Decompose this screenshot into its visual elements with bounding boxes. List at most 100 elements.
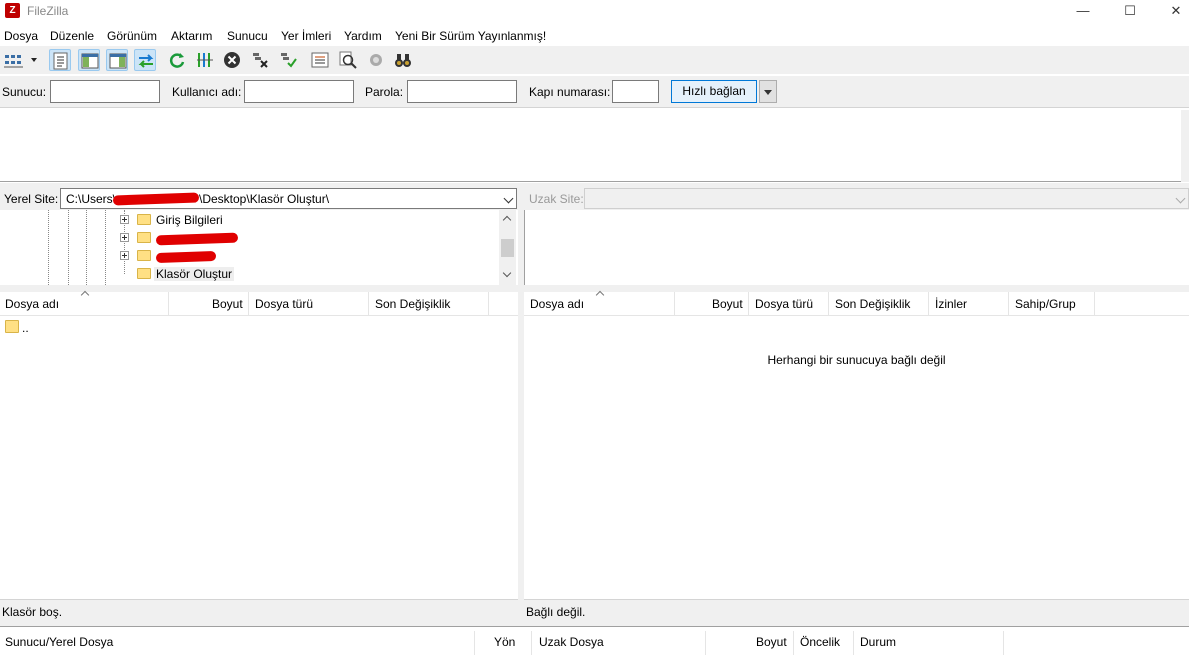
column-separator[interactable] — [793, 631, 794, 655]
reconnect-button[interactable] — [277, 49, 299, 71]
expand-icon[interactable] — [120, 215, 129, 224]
local-file-list[interactable]: .. — [0, 316, 518, 599]
column-separator[interactable] — [1008, 292, 1009, 316]
host-input[interactable] — [50, 80, 160, 103]
local-site-bar: Yerel Site: C:\Users\ \Desktop\Klasör Ol… — [0, 188, 518, 210]
quickconnect-bar: Sunucu: Kullanıcı adı: Parola: Kapı numa… — [0, 76, 1189, 108]
column-filename[interactable]: Dosya adı — [5, 297, 59, 311]
column-separator[interactable] — [828, 292, 829, 316]
toggle-local-tree-button[interactable] — [78, 49, 100, 71]
queue-column-priority[interactable]: Öncelik — [800, 635, 840, 649]
search-icon — [339, 51, 357, 69]
scroll-up-icon[interactable] — [502, 215, 512, 225]
scroll-down-icon[interactable] — [502, 268, 512, 278]
quickconnect-history-dropdown[interactable] — [759, 80, 777, 103]
expand-icon[interactable] — [120, 233, 129, 242]
search-remote-button[interactable] — [337, 49, 359, 71]
title-bar: Z FileZilla — ☐ ✕ — [0, 0, 1189, 22]
queue-column-status[interactable]: Durum — [860, 635, 896, 649]
list-item[interactable]: .. — [4, 318, 204, 336]
maximize-button[interactable]: ☐ — [1107, 0, 1153, 22]
queue-column-remote-file[interactable]: Uzak Dosya — [539, 635, 604, 649]
column-permissions[interactable]: İzinler — [935, 297, 967, 311]
quickconnect-button[interactable]: Hızlı bağlan — [671, 80, 757, 103]
column-size[interactable]: Boyut — [712, 297, 743, 311]
folder-icon — [137, 214, 151, 225]
compare-directories-button[interactable] — [392, 49, 414, 71]
username-label: Kullanıcı adı: — [172, 85, 242, 99]
chevron-down-icon[interactable] — [1175, 193, 1186, 204]
menu-dosya[interactable]: Dosya — [4, 29, 38, 43]
expand-icon[interactable] — [120, 251, 129, 260]
column-owner-group[interactable]: Sahip/Grup — [1015, 297, 1076, 311]
close-button[interactable]: ✕ — [1153, 0, 1189, 22]
toggle-filename-filters-button[interactable] — [365, 49, 387, 71]
menu-new-version[interactable]: Yeni Bir Sürüm Yayınlanmış! — [395, 29, 546, 43]
toggle-transfer-queue-button[interactable] — [134, 49, 156, 71]
column-separator[interactable] — [474, 631, 475, 655]
column-separator[interactable] — [1094, 292, 1095, 316]
tree-item-label: Giriş Bilgileri — [156, 213, 223, 227]
menu-yardim[interactable]: Yardım — [344, 29, 382, 43]
queue-column-direction[interactable]: Yön — [494, 635, 515, 649]
transfer-queue[interactable]: Sunucu/Yerel Dosya Yön Uzak Dosya Boyut … — [0, 626, 1189, 664]
port-label: Kapı numarası: — [529, 85, 611, 99]
column-separator[interactable] — [853, 631, 854, 655]
tree-guide-line — [105, 210, 106, 285]
process-queue-icon — [197, 53, 213, 67]
password-input[interactable] — [407, 80, 517, 103]
directory-listing-filters-button[interactable] — [309, 49, 331, 71]
minimize-button[interactable]: — — [1060, 0, 1106, 22]
column-separator[interactable] — [928, 292, 929, 316]
scroll-thumb[interactable] — [501, 239, 514, 257]
local-path-combobox[interactable]: C:\Users\ \Desktop\Klasör Oluştur\ — [60, 188, 517, 209]
menu-duzenle[interactable]: Düzenle — [50, 29, 94, 43]
site-manager-button[interactable] — [2, 49, 40, 71]
local-site-label: Yerel Site: — [4, 192, 59, 206]
menu-gorunum[interactable]: Görünüm — [107, 29, 157, 43]
message-log-scrollbar[interactable] — [1181, 110, 1189, 182]
column-separator[interactable] — [488, 292, 489, 316]
port-input[interactable] — [612, 80, 659, 103]
column-modified[interactable]: Son Değişiklik — [835, 297, 910, 311]
queue-column-local-file[interactable]: Sunucu/Yerel Dosya — [5, 635, 113, 649]
column-separator[interactable] — [1003, 631, 1004, 655]
column-separator[interactable] — [168, 292, 169, 316]
username-input[interactable] — [244, 80, 354, 103]
column-separator[interactable] — [748, 292, 749, 316]
filezilla-logo-icon: Z — [5, 3, 20, 18]
menu-sunucu[interactable]: Sunucu — [227, 29, 268, 43]
toggle-remote-tree-button[interactable] — [106, 49, 128, 71]
column-separator[interactable] — [248, 292, 249, 316]
menu-aktarim[interactable]: Aktarım — [171, 29, 212, 43]
remote-directory-tree[interactable] — [524, 210, 1189, 285]
disconnect-button[interactable] — [249, 49, 271, 71]
column-size[interactable]: Boyut — [212, 297, 243, 311]
chevron-down-icon[interactable] — [503, 193, 514, 204]
column-separator[interactable] — [705, 631, 706, 655]
toggle-message-log-button[interactable] — [49, 49, 71, 71]
column-separator[interactable] — [674, 292, 675, 316]
refresh-button[interactable] — [166, 49, 188, 71]
column-filetype[interactable]: Dosya türü — [755, 297, 813, 311]
tree-guide-line — [86, 210, 87, 285]
remote-site-label: Uzak Site: — [529, 192, 584, 206]
remote-path-combobox[interactable] — [584, 188, 1189, 209]
queue-column-size[interactable]: Boyut — [756, 635, 787, 649]
column-filetype[interactable]: Dosya türü — [255, 297, 313, 311]
column-filename[interactable]: Dosya adı — [530, 297, 584, 311]
cancel-button[interactable] — [221, 49, 243, 71]
column-separator[interactable] — [368, 292, 369, 316]
column-modified[interactable]: Son Değişiklik — [375, 297, 450, 311]
window-title: FileZilla — [27, 4, 69, 18]
menu-yer-imleri[interactable]: Yer İmleri — [281, 29, 331, 43]
remote-splitter[interactable] — [524, 285, 1189, 292]
local-tree-scrollbar[interactable] — [499, 210, 516, 285]
column-separator[interactable] — [531, 631, 532, 655]
message-log[interactable] — [0, 110, 1189, 182]
local-directory-tree[interactable]: Giriş Bilgileri Klasör Oluştur — [0, 210, 517, 285]
process-queue-button[interactable] — [194, 49, 216, 71]
local-splitter[interactable] — [0, 285, 518, 292]
tree-guide-line — [68, 210, 69, 285]
remote-file-list[interactable]: Herhangi bir sunucuya bağlı değil — [524, 316, 1189, 599]
